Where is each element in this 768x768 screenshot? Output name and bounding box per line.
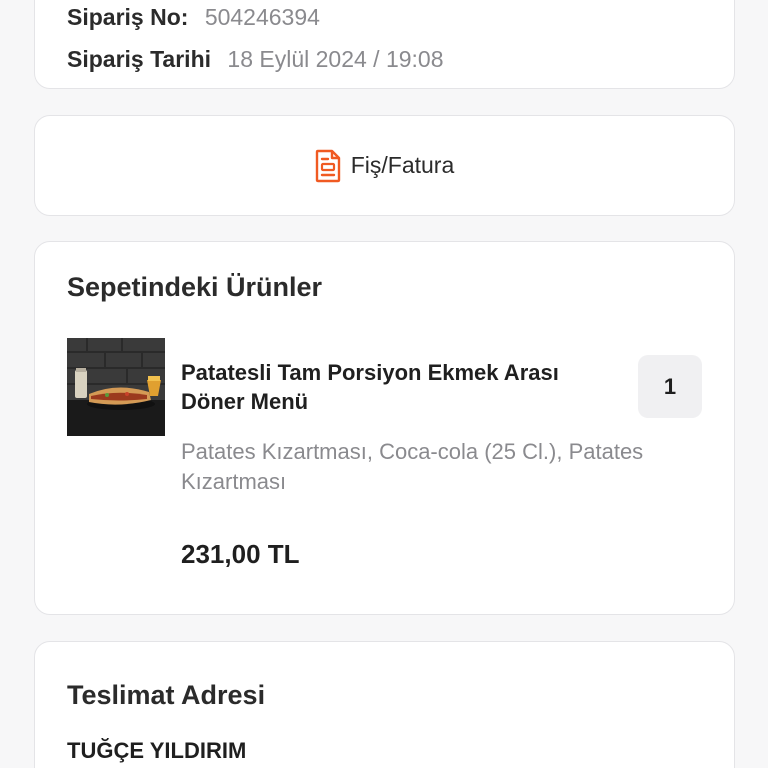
delivery-address-title: Teslimat Adresi	[67, 680, 266, 710]
order-number-value: 504246394	[204, 4, 320, 30]
basket-title: Sepetindeki Ürünler	[67, 272, 323, 302]
product-price: 231,00 TL	[181, 539, 300, 569]
recipient-name: TUĞÇE YILDIRIM	[67, 738, 247, 763]
order-info-card: Sipariş No: 504246394 Sipariş Tarihi 18 …	[34, 0, 735, 89]
delivery-address-card: Teslimat Adresi TUĞÇE YILDIRIM	[34, 641, 735, 768]
receipt-invoice-button[interactable]: Fiş/Fatura	[315, 149, 455, 183]
basket-card: Sepetindeki Ürünler Patatesli Tam Porsiy…	[34, 241, 735, 615]
product-image	[67, 338, 165, 436]
order-date-label: Sipariş Tarihi	[67, 46, 212, 72]
receipt-invoice-label: Fiş/Fatura	[350, 152, 455, 178]
quantity-badge: 1	[638, 355, 702, 418]
receipt-document-icon	[315, 149, 341, 183]
product-options: Patates Kızartması, Coca-cola (25 Cl.), …	[181, 439, 644, 494]
receipt-card: Fiş/Fatura	[34, 115, 735, 216]
product-name: Patatesli Tam Porsiyon Ekmek Arası Döner…	[181, 360, 559, 414]
order-number-row: Sipariş No: 504246394	[67, 4, 320, 31]
order-number-label: Sipariş No:	[67, 4, 189, 30]
order-date-value: 18 Eylül 2024 / 19:08	[227, 46, 444, 72]
order-date-row: Sipariş Tarihi 18 Eylül 2024 / 19:08	[67, 46, 444, 73]
